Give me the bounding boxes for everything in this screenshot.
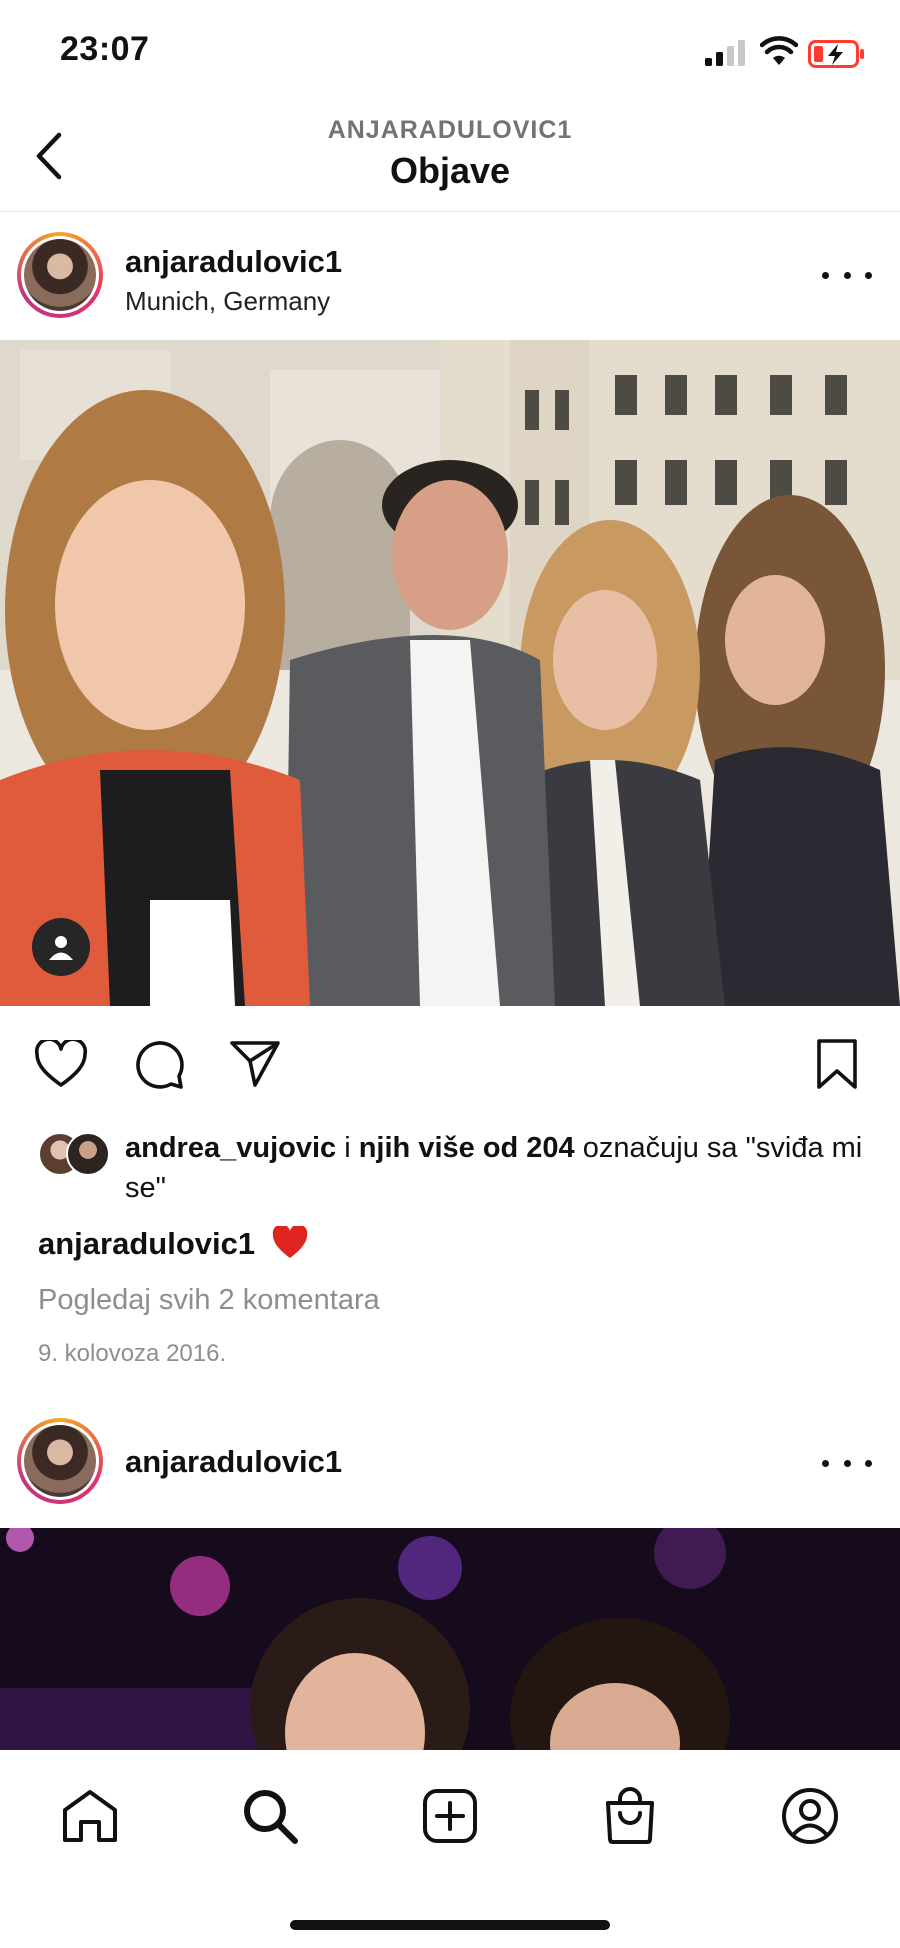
home-indicator[interactable] bbox=[290, 1920, 610, 1930]
heart-icon bbox=[34, 1040, 88, 1087]
more-options-button[interactable] bbox=[822, 260, 872, 290]
view-all-comments-link[interactable]: Pogledaj svih 2 komentara bbox=[38, 1284, 380, 1317]
photo-image bbox=[0, 1528, 900, 1750]
post-username[interactable]: anjaradulovic1 bbox=[125, 1444, 342, 1480]
cellular-signal-icon bbox=[705, 40, 745, 66]
post-photo[interactable] bbox=[0, 1528, 900, 1750]
post-date: 9. kolovoza 2016. bbox=[38, 1340, 227, 1367]
post-username[interactable]: anjaradulovic1 bbox=[125, 244, 342, 280]
nav-profile[interactable] bbox=[778, 1784, 842, 1848]
shop-icon bbox=[606, 1787, 654, 1844]
caption-username[interactable]: anjaradulovic1 bbox=[38, 1226, 255, 1261]
liker-avatars[interactable] bbox=[38, 1132, 116, 1176]
nav-search[interactable] bbox=[238, 1784, 302, 1848]
share-button[interactable] bbox=[226, 1035, 284, 1093]
home-icon bbox=[63, 1790, 117, 1842]
nav-new-post[interactable] bbox=[418, 1784, 482, 1848]
liker-avatar bbox=[66, 1132, 110, 1176]
nav-home[interactable] bbox=[58, 1784, 122, 1848]
likes-summary[interactable]: andrea_vujovic i njih više od 204 označu… bbox=[125, 1128, 865, 1208]
avatar-photo bbox=[24, 239, 96, 311]
comment-button[interactable] bbox=[130, 1035, 188, 1093]
more-horizontal-icon bbox=[822, 1459, 829, 1467]
more-options-button[interactable] bbox=[822, 1448, 872, 1478]
status-time: 23:07 bbox=[60, 30, 150, 68]
nav-shop[interactable] bbox=[598, 1784, 662, 1848]
battery-low-charging-icon bbox=[808, 40, 864, 68]
wifi-icon bbox=[760, 36, 798, 65]
post-avatar[interactable] bbox=[17, 232, 103, 318]
likes-connector: i bbox=[336, 1132, 359, 1164]
more-horizontal-icon bbox=[822, 271, 829, 279]
profile-username-subtitle: ANJARADULOVIC1 bbox=[327, 116, 573, 144]
like-button[interactable] bbox=[32, 1035, 90, 1093]
bookmark-icon bbox=[817, 1039, 857, 1089]
tagged-people-button[interactable] bbox=[32, 918, 90, 976]
red-heart-emoji bbox=[272, 1226, 307, 1258]
post-location[interactable]: Munich, Germany bbox=[125, 286, 330, 317]
page-title: Objave bbox=[389, 150, 511, 191]
send-icon bbox=[230, 1041, 280, 1087]
first-liker-username[interactable]: andrea_vujovic bbox=[125, 1132, 336, 1164]
post-photo[interactable] bbox=[0, 340, 900, 1006]
comment-icon bbox=[136, 1041, 184, 1089]
bottom-navigation bbox=[0, 1750, 900, 1948]
profile-icon bbox=[782, 1788, 838, 1844]
photo-image bbox=[0, 340, 900, 1006]
likes-count[interactable]: njih više od 204 bbox=[359, 1132, 575, 1164]
caption: anjaradulovic1 bbox=[38, 1226, 308, 1262]
new-post-icon bbox=[423, 1789, 477, 1843]
header-divider bbox=[0, 211, 900, 212]
avatar-photo bbox=[24, 1425, 96, 1497]
save-button[interactable] bbox=[808, 1035, 866, 1093]
person-icon bbox=[49, 936, 73, 960]
post-avatar[interactable] bbox=[17, 1418, 103, 1504]
search-icon bbox=[244, 1790, 298, 1844]
